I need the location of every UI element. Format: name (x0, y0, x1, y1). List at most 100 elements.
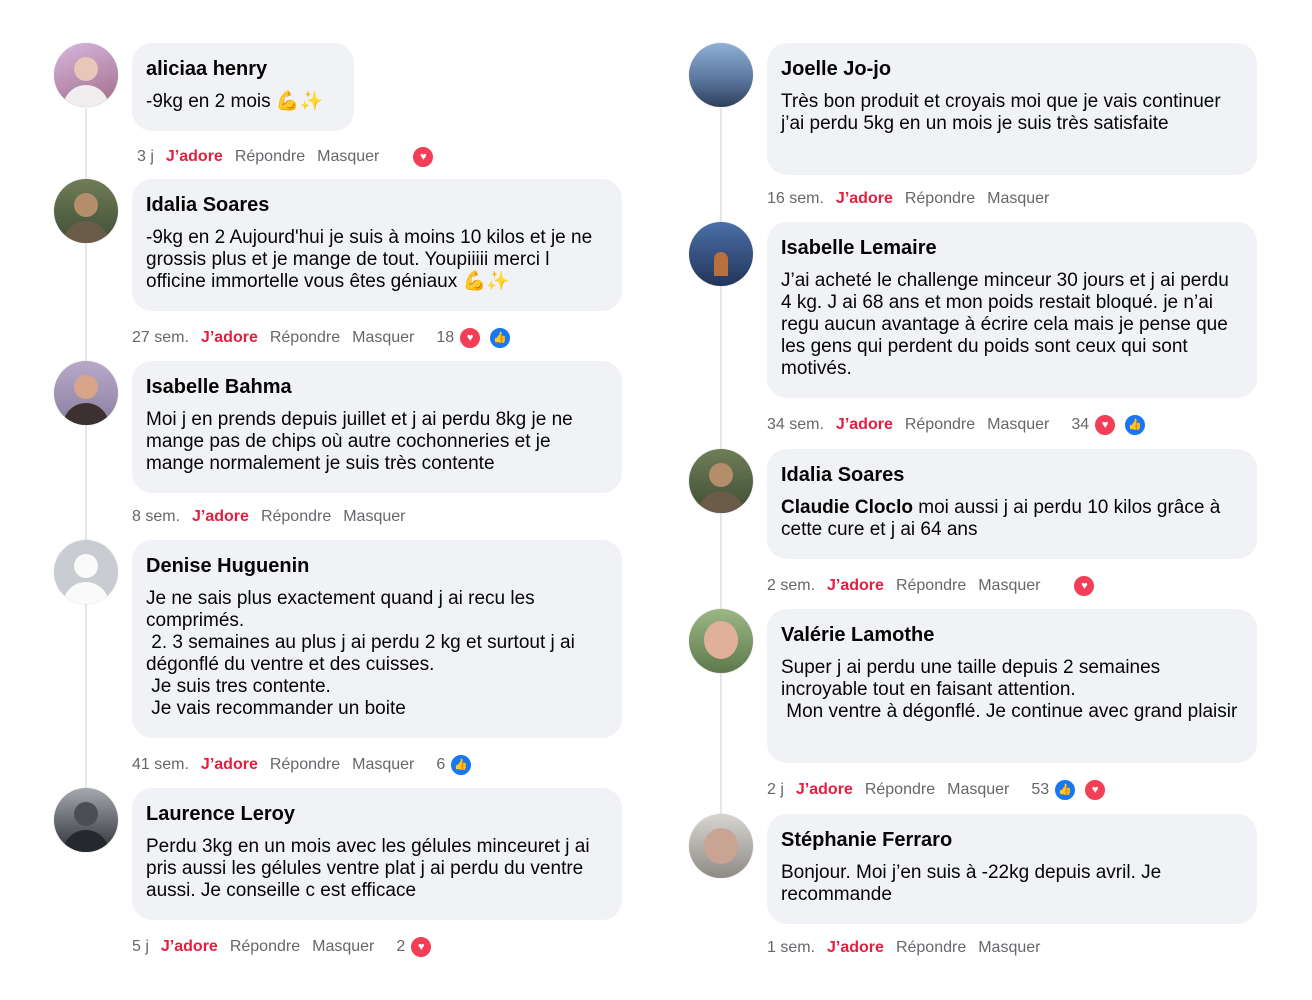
comment-actions: 8 sem. J’adore Répondre Masquer (132, 507, 417, 527)
reaction-count[interactable]: 18 (436, 328, 454, 348)
comment-author[interactable]: Valérie Lamothe (781, 623, 1243, 647)
comment-text: Je ne sais plus exactement quand j ai re… (146, 588, 575, 719)
comment-actions: 16 sem. J’adore Répondre Masquer (767, 189, 1061, 209)
like-button[interactable]: J’adore (836, 415, 893, 435)
reply-button[interactable]: Répondre (905, 189, 975, 209)
comment-text: Moi j en prends depuis juillet et j ai p… (146, 409, 578, 474)
avatar[interactable] (689, 609, 753, 673)
reaction-count[interactable]: 6 (436, 755, 445, 775)
comment-time[interactable]: 5 j (132, 937, 149, 957)
like-button[interactable]: J’adore (201, 755, 258, 775)
reactions[interactable]: ♥ (411, 145, 447, 169)
reactions[interactable]: ♥ (1072, 574, 1108, 598)
comment-time[interactable]: 1 sem. (767, 938, 815, 958)
like-button[interactable]: J’adore (827, 938, 884, 958)
heart-icon: ♥ (1072, 574, 1097, 598)
hide-button[interactable]: Masquer (312, 937, 374, 957)
hide-button[interactable]: Masquer (978, 938, 1040, 958)
comment-time[interactable]: 2 j (767, 780, 784, 800)
hide-button[interactable]: Masquer (343, 507, 405, 527)
like-button[interactable]: J’adore (827, 576, 884, 596)
reaction-count[interactable]: 34 (1071, 415, 1089, 435)
thumb-icon: 👍 (1053, 778, 1078, 802)
comment-bubble: Isabelle Bahma Moi j en prends depuis ju… (132, 361, 622, 493)
reactions[interactable]: 👍 ♥ (1053, 778, 1119, 802)
hide-button[interactable]: Masquer (987, 189, 1049, 209)
like-button[interactable]: J’adore (796, 780, 853, 800)
reply-button[interactable]: Répondre (896, 576, 966, 596)
hide-button[interactable]: Masquer (352, 755, 414, 775)
thumb-icon: 👍 (1123, 413, 1148, 437)
hide-button[interactable]: Masquer (987, 415, 1049, 435)
comment-actions: 34 sem. J’adore Répondre Masquer 34 ♥ 👍 (767, 413, 1171, 437)
comment-author[interactable]: Isabelle Lemaire (781, 236, 1243, 260)
hide-button[interactable]: Masquer (947, 780, 1009, 800)
comment-bubble: Valérie Lamothe Super j ai perdu une tai… (767, 609, 1257, 763)
comment-time[interactable]: 41 sem. (132, 755, 189, 775)
reply-button[interactable]: Répondre (235, 147, 305, 167)
comment-time[interactable]: 34 sem. (767, 415, 824, 435)
like-button[interactable]: J’adore (201, 328, 258, 348)
comment-bubble: Laurence Leroy Perdu 3kg en un mois avec… (132, 788, 622, 920)
mention-link[interactable]: Claudie Cloclo (781, 497, 913, 518)
reply-button[interactable]: Répondre (865, 780, 935, 800)
avatar[interactable] (54, 179, 118, 243)
comment-author[interactable]: Idalia Soares (781, 463, 1243, 487)
comment-author[interactable]: Isabelle Bahma (146, 375, 608, 399)
comment-actions: 1 sem. J’adore Répondre Masquer (767, 938, 1052, 958)
avatar[interactable] (54, 788, 118, 852)
comment-text: Super j ai perdu une taille depuis 2 sem… (781, 657, 1238, 722)
avatar[interactable] (689, 222, 753, 286)
comment-author[interactable]: Denise Huguenin (146, 554, 608, 578)
comment-text: -9kg en 2 mois 💪✨ (146, 91, 324, 112)
reactions[interactable]: 👍 (449, 753, 485, 777)
comment-bubble: Idalia Soares Claudie Cloclo moi aussi j… (767, 449, 1257, 559)
thumb-icon: 👍 (488, 326, 513, 350)
reply-button[interactable]: Répondre (270, 328, 340, 348)
reply-button[interactable]: Répondre (896, 938, 966, 958)
comment-text: Perdu 3kg en un mois avec les gélules mi… (146, 836, 595, 901)
comment-bubble: Joelle Jo-jo Très bon produit et croyais… (767, 43, 1257, 175)
comment-time[interactable]: 8 sem. (132, 507, 180, 527)
comment-author[interactable]: Joelle Jo-jo (781, 57, 1243, 81)
avatar[interactable] (54, 540, 118, 604)
comment-time[interactable]: 2 sem. (767, 576, 815, 596)
comment-text: Très bon produit et croyais moi que je v… (781, 91, 1226, 134)
reply-button[interactable]: Répondre (261, 507, 331, 527)
avatar[interactable] (54, 43, 118, 107)
comment-author[interactable]: Idalia Soares (146, 193, 608, 217)
comment-author[interactable]: Stéphanie Ferraro (781, 828, 1243, 852)
reaction-count[interactable]: 53 (1031, 780, 1049, 800)
heart-icon: ♥ (409, 935, 434, 959)
avatar[interactable] (689, 43, 753, 107)
reaction-count[interactable]: 2 (396, 937, 405, 957)
heart-icon: ♥ (1093, 413, 1118, 437)
avatar[interactable] (54, 361, 118, 425)
reply-button[interactable]: Répondre (230, 937, 300, 957)
hide-button[interactable]: Masquer (978, 576, 1040, 596)
comment-bubble: Stéphanie Ferraro Bonjour. Moi j’en suis… (767, 814, 1257, 924)
like-button[interactable]: J’adore (166, 147, 223, 167)
comment-time[interactable]: 16 sem. (767, 189, 824, 209)
reactions[interactable]: ♥ 👍 (1093, 413, 1159, 437)
avatar[interactable] (689, 449, 753, 513)
comment-actions: 27 sem. J’adore Répondre Masquer 18 ♥ 👍 (132, 326, 536, 350)
reply-button[interactable]: Répondre (270, 755, 340, 775)
like-button[interactable]: J’adore (836, 189, 893, 209)
comment-bubble: Isabelle Lemaire J’ai acheté le challeng… (767, 222, 1257, 398)
comment-text: J’ai acheté le challenge minceur 30 jour… (781, 270, 1235, 379)
reactions[interactable]: ♥ (409, 935, 445, 959)
comment-author[interactable]: Laurence Leroy (146, 802, 608, 826)
comment-text: -9kg en 2 Aujourd'hui je suis à moins 10… (146, 227, 598, 292)
like-button[interactable]: J’adore (161, 937, 218, 957)
comment-actions: 3 j J’adore Répondre Masquer ♥ (137, 145, 459, 169)
hide-button[interactable]: Masquer (352, 328, 414, 348)
avatar[interactable] (689, 814, 753, 878)
like-button[interactable]: J’adore (192, 507, 249, 527)
comment-time[interactable]: 3 j (137, 147, 154, 167)
hide-button[interactable]: Masquer (317, 147, 379, 167)
comment-time[interactable]: 27 sem. (132, 328, 189, 348)
reactions[interactable]: ♥ 👍 (458, 326, 524, 350)
comment-author[interactable]: aliciaa henry (146, 57, 340, 81)
reply-button[interactable]: Répondre (905, 415, 975, 435)
